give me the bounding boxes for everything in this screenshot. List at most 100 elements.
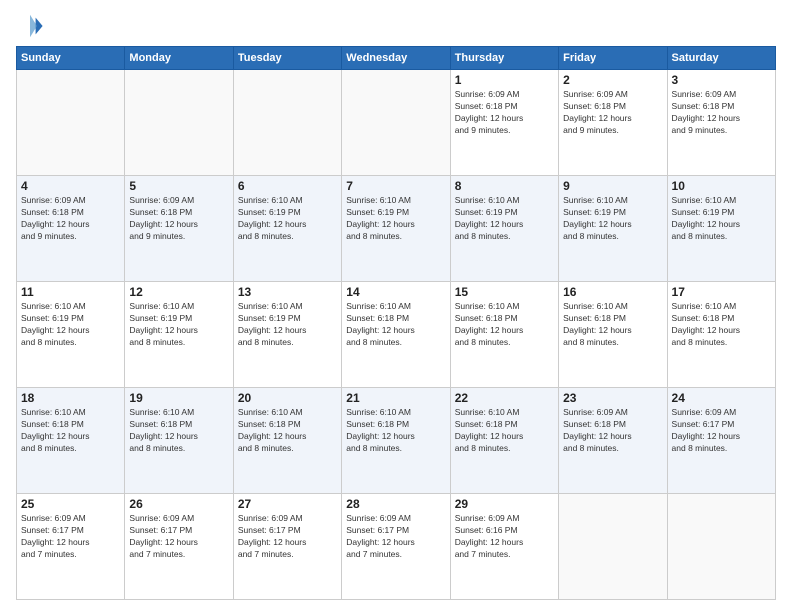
col-header-thursday: Thursday: [450, 47, 558, 70]
day-number: 25: [21, 497, 120, 511]
calendar-cell: 16 Sunrise: 6:10 AM Sunset: 6:18 PM Dayli…: [559, 282, 667, 388]
day-info: Sunrise: 6:09 AM Sunset: 6:17 PM Dayligh…: [346, 513, 445, 561]
day-number: 29: [455, 497, 554, 511]
calendar-cell: [125, 70, 233, 176]
calendar-header-row: SundayMondayTuesdayWednesdayThursdayFrid…: [17, 47, 776, 70]
day-info: Sunrise: 6:10 AM Sunset: 6:18 PM Dayligh…: [129, 407, 228, 455]
calendar-cell: 11Sunrise: 6:10 AM Sunset: 6:19 PM Dayli…: [17, 282, 125, 388]
calendar-cell: 24 Sunrise: 6:09 AM Sunset: 6:17 PM Dayli…: [667, 388, 775, 494]
day-number: 14: [346, 285, 445, 299]
calendar-cell: 18 Sunrise: 6:10 AM Sunset: 6:18 PM Dayli…: [17, 388, 125, 494]
day-info: Sunrise: 6:09 AM Sunset: 6:17 PM Dayligh…: [238, 513, 337, 561]
calendar-table: SundayMondayTuesdayWednesdayThursdayFrid…: [16, 46, 776, 600]
calendar-cell: 21 Sunrise: 6:10 AM Sunset: 6:18 PM Dayli…: [342, 388, 450, 494]
calendar-cell: 22 Sunrise: 6:10 AM Sunset: 6:18 PM Dayli…: [450, 388, 558, 494]
day-info: Sunrise: 6:10 AM Sunset: 6:19 PM Dayligh…: [238, 301, 337, 349]
day-number: 6: [238, 179, 337, 193]
col-header-saturday: Saturday: [667, 47, 775, 70]
calendar-cell: 13 Sunrise: 6:10 AM Sunset: 6:19 PM Dayli…: [233, 282, 341, 388]
calendar-cell: [233, 70, 341, 176]
day-info: Sunrise: 6:10 AM Sunset: 6:18 PM Dayligh…: [672, 301, 771, 349]
day-info: Sunrise: 6:09 AM Sunset: 6:17 PM Dayligh…: [672, 407, 771, 455]
calendar-cell: 1 Sunrise: 6:09 AM Sunset: 6:18 PM Daylig…: [450, 70, 558, 176]
col-header-tuesday: Tuesday: [233, 47, 341, 70]
day-info: Sunrise: 6:09 AM Sunset: 6:18 PM Dayligh…: [455, 89, 554, 137]
calendar-cell: 9Sunrise: 6:10 AM Sunset: 6:19 PM Daylig…: [559, 176, 667, 282]
day-info: Sunrise: 6:10 AM Sunset: 6:18 PM Dayligh…: [563, 301, 662, 349]
col-header-sunday: Sunday: [17, 47, 125, 70]
day-info: Sunrise: 6:10 AM Sunset: 6:19 PM Dayligh…: [21, 301, 120, 349]
calendar-cell: 20 Sunrise: 6:10 AM Sunset: 6:18 PM Dayli…: [233, 388, 341, 494]
day-number: 15: [455, 285, 554, 299]
day-number: 28: [346, 497, 445, 511]
day-info: Sunrise: 6:09 AM Sunset: 6:18 PM Dayligh…: [21, 195, 120, 243]
day-number: 16: [563, 285, 662, 299]
day-info: Sunrise: 6:10 AM Sunset: 6:18 PM Dayligh…: [346, 301, 445, 349]
day-number: 2: [563, 73, 662, 87]
day-number: 20: [238, 391, 337, 405]
calendar-cell: [17, 70, 125, 176]
calendar-cell: 17 Sunrise: 6:10 AM Sunset: 6:18 PM Dayli…: [667, 282, 775, 388]
calendar-cell: 27 Sunrise: 6:09 AM Sunset: 6:17 PM Dayli…: [233, 494, 341, 600]
day-info: Sunrise: 6:10 AM Sunset: 6:19 PM Dayligh…: [346, 195, 445, 243]
col-header-monday: Monday: [125, 47, 233, 70]
calendar-cell: 7 Sunrise: 6:10 AM Sunset: 6:19 PM Daylig…: [342, 176, 450, 282]
day-number: 3: [672, 73, 771, 87]
page: SundayMondayTuesdayWednesdayThursdayFrid…: [0, 0, 792, 612]
day-number: 26: [129, 497, 228, 511]
day-number: 21: [346, 391, 445, 405]
day-info: Sunrise: 6:09 AM Sunset: 6:18 PM Dayligh…: [672, 89, 771, 137]
day-info: Sunrise: 6:10 AM Sunset: 6:18 PM Dayligh…: [346, 407, 445, 455]
calendar-week-3: 11Sunrise: 6:10 AM Sunset: 6:19 PM Dayli…: [17, 282, 776, 388]
calendar-cell: 14 Sunrise: 6:10 AM Sunset: 6:18 PM Dayli…: [342, 282, 450, 388]
day-info: Sunrise: 6:10 AM Sunset: 6:19 PM Dayligh…: [129, 301, 228, 349]
day-info: Sunrise: 6:10 AM Sunset: 6:18 PM Dayligh…: [238, 407, 337, 455]
col-header-wednesday: Wednesday: [342, 47, 450, 70]
logo-icon: [16, 12, 44, 40]
day-number: 19: [129, 391, 228, 405]
day-number: 17: [672, 285, 771, 299]
day-info: Sunrise: 6:10 AM Sunset: 6:19 PM Dayligh…: [563, 195, 662, 243]
day-info: Sunrise: 6:09 AM Sunset: 6:16 PM Dayligh…: [455, 513, 554, 561]
day-info: Sunrise: 6:10 AM Sunset: 6:18 PM Dayligh…: [455, 407, 554, 455]
day-info: Sunrise: 6:10 AM Sunset: 6:19 PM Dayligh…: [672, 195, 771, 243]
day-number: 8: [455, 179, 554, 193]
calendar-cell: 15 Sunrise: 6:10 AM Sunset: 6:18 PM Dayli…: [450, 282, 558, 388]
day-info: Sunrise: 6:09 AM Sunset: 6:17 PM Dayligh…: [129, 513, 228, 561]
calendar-cell: 29 Sunrise: 6:09 AM Sunset: 6:16 PM Dayli…: [450, 494, 558, 600]
day-number: 23: [563, 391, 662, 405]
day-number: 10: [672, 179, 771, 193]
day-number: 5: [129, 179, 228, 193]
day-number: 27: [238, 497, 337, 511]
day-number: 22: [455, 391, 554, 405]
calendar-cell: 12 Sunrise: 6:10 AM Sunset: 6:19 PM Dayli…: [125, 282, 233, 388]
calendar-cell: 3 Sunrise: 6:09 AM Sunset: 6:18 PM Daylig…: [667, 70, 775, 176]
day-number: 24: [672, 391, 771, 405]
calendar-cell: 10 Sunrise: 6:10 AM Sunset: 6:19 PM Dayli…: [667, 176, 775, 282]
calendar-week-5: 25 Sunrise: 6:09 AM Sunset: 6:17 PM Dayli…: [17, 494, 776, 600]
calendar-cell: 5 Sunrise: 6:09 AM Sunset: 6:18 PM Daylig…: [125, 176, 233, 282]
day-number: 12: [129, 285, 228, 299]
day-number: 1: [455, 73, 554, 87]
calendar-cell: 28 Sunrise: 6:09 AM Sunset: 6:17 PM Dayli…: [342, 494, 450, 600]
day-number: 13: [238, 285, 337, 299]
day-number: 18: [21, 391, 120, 405]
calendar-cell: [667, 494, 775, 600]
calendar-cell: 25Sunrise: 6:09 AM Sunset: 6:17 PM Dayli…: [17, 494, 125, 600]
calendar-cell: 19 Sunrise: 6:10 AM Sunset: 6:18 PM Dayli…: [125, 388, 233, 494]
calendar-week-1: 1 Sunrise: 6:09 AM Sunset: 6:18 PM Daylig…: [17, 70, 776, 176]
calendar-week-4: 18 Sunrise: 6:10 AM Sunset: 6:18 PM Dayli…: [17, 388, 776, 494]
day-info: Sunrise: 6:09 AM Sunset: 6:18 PM Dayligh…: [129, 195, 228, 243]
day-info: Sunrise: 6:10 AM Sunset: 6:19 PM Dayligh…: [238, 195, 337, 243]
day-info: Sunrise: 6:10 AM Sunset: 6:18 PM Dayligh…: [455, 301, 554, 349]
day-info: Sunrise: 6:09 AM Sunset: 6:18 PM Dayligh…: [563, 407, 662, 455]
calendar-cell: [559, 494, 667, 600]
calendar-cell: 8 Sunrise: 6:10 AM Sunset: 6:19 PM Daylig…: [450, 176, 558, 282]
calendar-cell: 2Sunrise: 6:09 AM Sunset: 6:18 PM Daylig…: [559, 70, 667, 176]
calendar-cell: 23 Sunrise: 6:09 AM Sunset: 6:18 PM Dayli…: [559, 388, 667, 494]
day-number: 7: [346, 179, 445, 193]
day-info: Sunrise: 6:10 AM Sunset: 6:18 PM Dayligh…: [21, 407, 120, 455]
calendar-cell: 26 Sunrise: 6:09 AM Sunset: 6:17 PM Dayli…: [125, 494, 233, 600]
day-info: Sunrise: 6:10 AM Sunset: 6:19 PM Dayligh…: [455, 195, 554, 243]
header: [16, 12, 776, 40]
